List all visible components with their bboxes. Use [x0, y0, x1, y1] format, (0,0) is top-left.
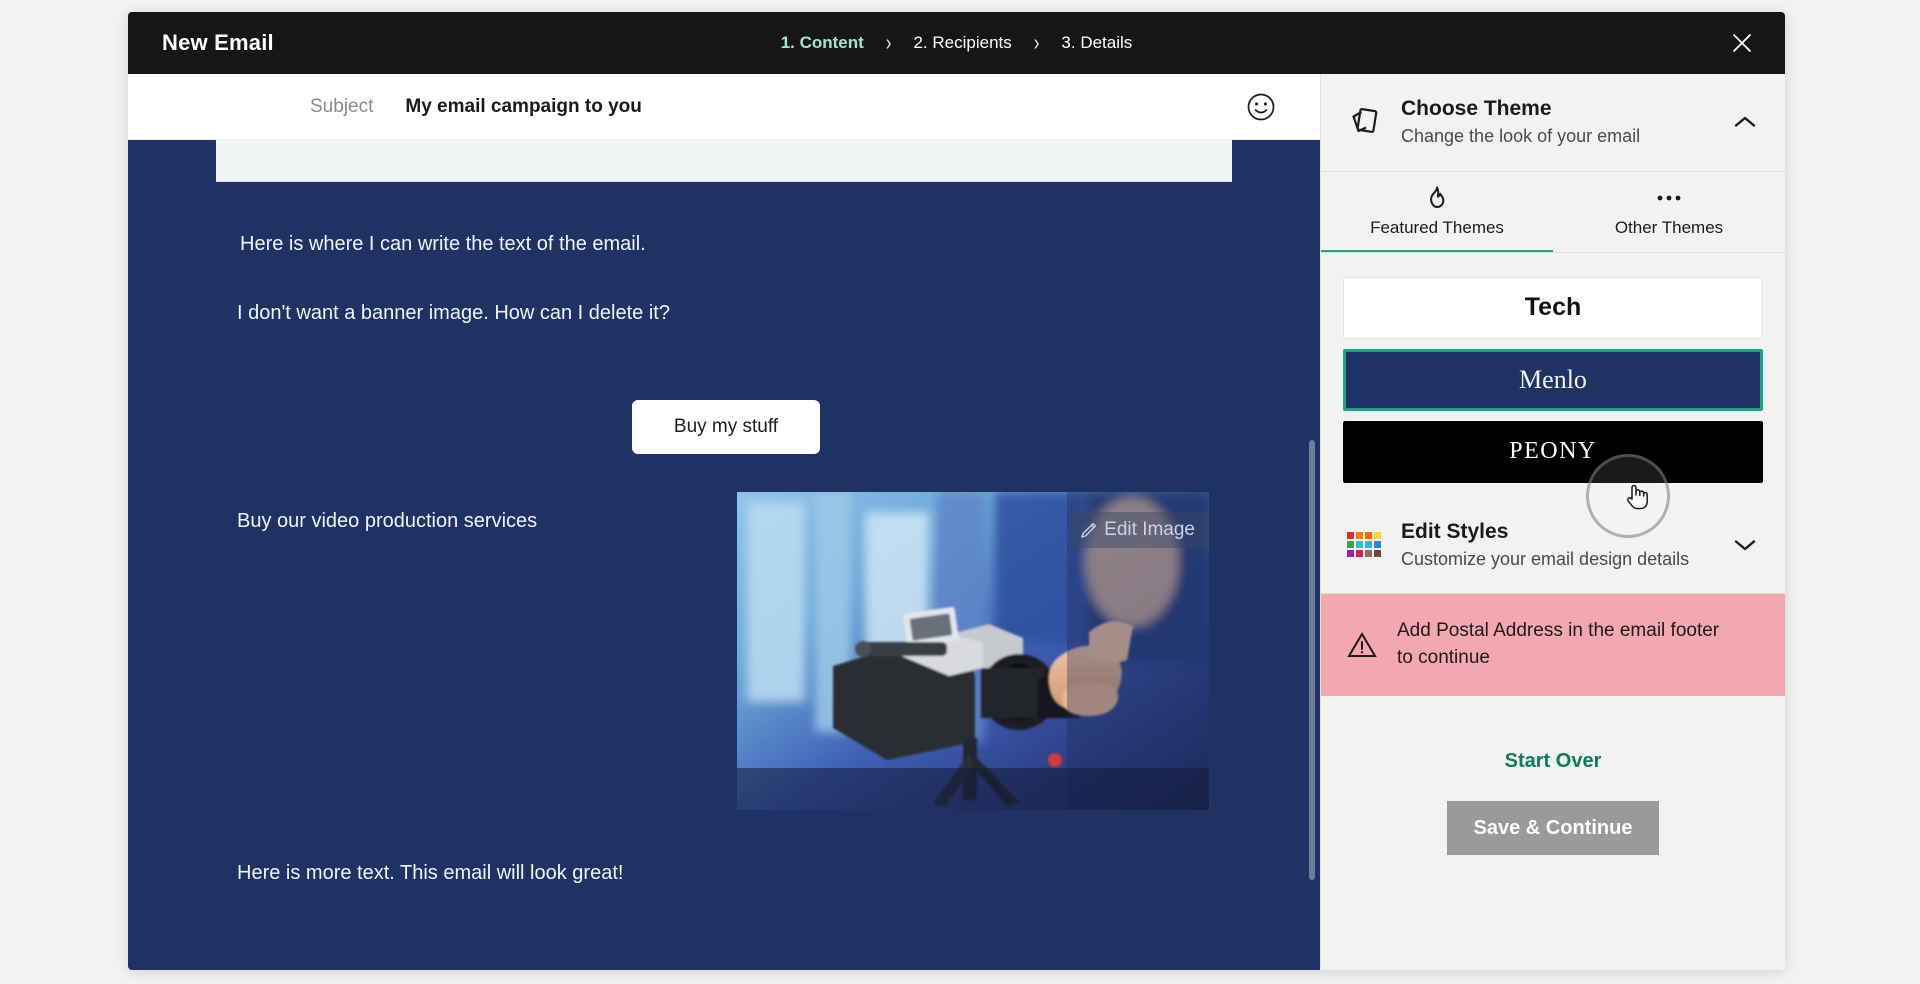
smiley-face-icon: [1247, 93, 1275, 120]
theme-list: Tech Menlo PEONY: [1321, 253, 1785, 491]
choose-theme-collapse-button[interactable]: [1731, 115, 1759, 129]
email-cta-button[interactable]: Buy my stuff: [632, 400, 820, 454]
step-details[interactable]: 3. Details: [1061, 33, 1132, 53]
banner-image-block[interactable]: [216, 140, 1232, 182]
theme-card-peony[interactable]: PEONY: [1343, 420, 1763, 483]
close-icon: [1733, 34, 1751, 52]
email-editor-column: Subject My email campaign to you Here is…: [128, 74, 1320, 970]
page-title: New Email: [162, 30, 274, 55]
close-button[interactable]: [1725, 26, 1759, 60]
theme-card-peony-label: PEONY: [1509, 438, 1597, 465]
save-and-continue-button[interactable]: Save & Continue: [1447, 801, 1659, 856]
warning-triangle-icon: [1347, 632, 1377, 658]
step-recipients[interactable]: 2. Recipients: [913, 33, 1011, 53]
edit-styles-section-header[interactable]: Edit Styles Customize your email design …: [1321, 496, 1785, 594]
theme-cards-icon: [1347, 107, 1381, 137]
theme-side-panel: Choose Theme Change the look of your ema…: [1320, 74, 1785, 970]
choose-theme-section-header[interactable]: Choose Theme Change the look of your ema…: [1321, 74, 1785, 171]
theme-card-tech[interactable]: Tech: [1343, 276, 1763, 339]
email-preview-canvas[interactable]: Here is where I can write the text of th…: [128, 140, 1320, 970]
edit-styles-title: Edit Styles: [1401, 519, 1509, 543]
email-paragraph-3[interactable]: Buy our video production services: [237, 508, 537, 535]
modal-titlebar: New Email 1. Content › 2. Recipients › 3…: [128, 12, 1785, 74]
postal-address-warning-text: Add Postal Address in the email footer t…: [1397, 620, 1720, 669]
theme-card-menlo-label: Menlo: [1519, 364, 1587, 394]
edit-styles-expand-button[interactable]: [1731, 538, 1759, 552]
start-over-button[interactable]: Start Over: [1505, 750, 1602, 773]
tab-other-themes-label: Other Themes: [1614, 217, 1724, 237]
email-cta-label: Buy my stuff: [673, 416, 779, 437]
subject-label: Subject: [310, 95, 374, 117]
email-image-block[interactable]: Edit Image: [737, 492, 1209, 810]
theme-tabs: Featured Themes Other Themes: [1321, 171, 1785, 253]
email-paragraph-1[interactable]: Here is where I can write the text of th…: [240, 231, 646, 258]
new-email-modal: New Email 1. Content › 2. Recipients › 3…: [128, 12, 1785, 970]
edit-styles-subtitle: Customize your email design details: [1401, 548, 1690, 569]
canvas-scrollbar[interactable]: [1309, 440, 1315, 880]
tab-featured-themes[interactable]: Featured Themes: [1321, 172, 1553, 253]
tab-featured-themes-label: Featured Themes: [1370, 217, 1504, 237]
color-palette-grid-icon: [1347, 532, 1381, 558]
email-paragraph-4[interactable]: Here is more text. This email will look …: [237, 860, 623, 887]
flame-icon: [1426, 186, 1448, 210]
chevron-down-icon: [1734, 540, 1756, 551]
chevron-right-icon: ›: [885, 29, 892, 56]
chevron-up-icon: [1734, 117, 1756, 128]
modal-body: Subject My email campaign to you Here is…: [128, 74, 1785, 970]
choose-theme-subtitle: Change the look of your email: [1401, 126, 1641, 147]
panel-footer: Start Over Save & Continue: [1321, 696, 1785, 970]
step-breadcrumb: 1. Content › 2. Recipients › 3. Details: [781, 30, 1133, 56]
chevron-right-icon: ›: [1033, 29, 1040, 56]
email-paragraph-2[interactable]: I don't want a banner image. How can I d…: [237, 300, 670, 327]
choose-theme-title: Choose Theme: [1401, 97, 1552, 120]
subject-bar: Subject My email campaign to you: [128, 74, 1320, 140]
theme-card-menlo[interactable]: Menlo: [1343, 348, 1763, 411]
subject-input[interactable]: My email campaign to you: [405, 96, 642, 118]
postal-address-warning: Add Postal Address in the email footer t…: [1321, 594, 1785, 697]
video-camera-photo: [737, 492, 1209, 810]
ellipsis-icon: [1656, 186, 1682, 210]
tab-other-themes[interactable]: Other Themes: [1553, 172, 1785, 253]
theme-card-tech-label: Tech: [1524, 293, 1582, 322]
emoji-picker-button[interactable]: [1246, 92, 1276, 122]
step-content[interactable]: 1. Content: [781, 33, 864, 53]
